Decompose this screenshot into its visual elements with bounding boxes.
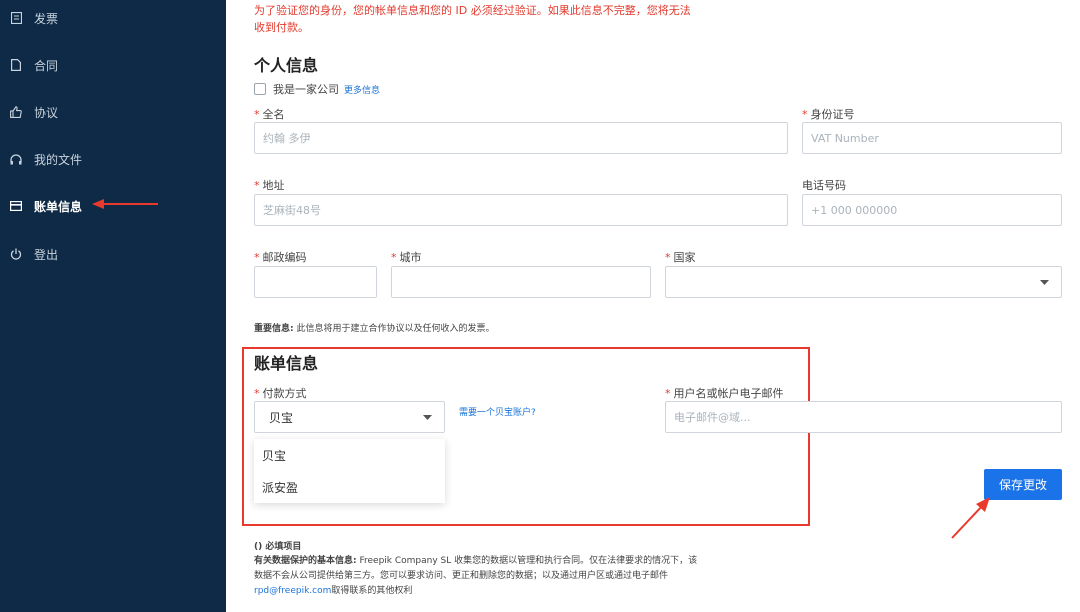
zip-input[interactable] [254, 266, 377, 298]
label-text: 地址 [262, 179, 285, 192]
placeholder: 芝麻街48号 [263, 204, 321, 217]
sidebar-item-label: 发票 [34, 11, 59, 26]
label-text: 国家 [673, 251, 696, 264]
save-changes-button[interactable]: 保存更改 [984, 469, 1062, 500]
privacy-note: 有关数据保护的基本信息: Freepik Company SL 收集您的数据以管… [254, 554, 754, 599]
phone-input[interactable]: +1 000 000000 [802, 194, 1062, 226]
sidebar: 发票 合同 协议 我的文件 账单信息 登出 [0, 0, 226, 612]
placeholder: 约翰 多伊 [263, 132, 311, 145]
placeholder: VAT Number [811, 131, 879, 145]
dropdown-option-paypal[interactable]: 贝宝 [254, 439, 445, 471]
dropdown-option-payoneer[interactable]: 派安盈 [254, 471, 445, 503]
label-text: 付款方式 [262, 387, 307, 400]
document-icon [10, 59, 22, 71]
sidebar-item-contracts[interactable]: 合同 [0, 50, 226, 80]
billing-info-title: 账单信息 [254, 354, 319, 373]
company-checkbox-label: 我是一家公司 [273, 83, 339, 96]
sidebar-item-label: 登出 [34, 247, 59, 262]
selected-value: 贝宝 [269, 410, 294, 425]
label-text: 城市 [399, 251, 422, 264]
country-select[interactable] [665, 266, 1062, 298]
payment-dropdown-menu: 贝宝 派安盈 [254, 439, 445, 503]
label-text: 用户名或帐户电子邮件 [673, 387, 784, 400]
sidebar-item-label: 协议 [34, 105, 59, 120]
label-text: 全名 [262, 108, 285, 121]
privacy-text: Freepik Company SL 收集您的数据以管理和执行合同。仅在法律要求… [359, 556, 698, 566]
payment-method-label: * 付款方式 [254, 387, 307, 400]
sidebar-item-label: 账单信息 [34, 199, 83, 214]
important-label: 重要信息: [254, 324, 294, 334]
address-input[interactable]: 芝麻街48号 [254, 194, 788, 226]
placeholder: +1 000 000000 [811, 203, 898, 217]
power-icon [10, 248, 22, 260]
privacy-title: 有关数据保护的基本信息: [254, 556, 357, 566]
id-number-label: * 身份证号 [802, 108, 855, 121]
thumbs-up-icon [10, 106, 22, 118]
sidebar-item-logout[interactable]: 登出 [0, 239, 226, 269]
full-name-label: * 全名 [254, 108, 285, 121]
more-info-link[interactable]: 更多信息 [344, 83, 380, 96]
annotation-arrow-up [951, 497, 990, 539]
privacy-line: 数据不会从公司提供给第三方。您可以要求访问、更正和删除您的数据；以及通过用户区或… [254, 571, 669, 581]
payment-method-select[interactable]: 贝宝 [254, 401, 445, 433]
phone-label: 电话号码 [802, 179, 846, 192]
verification-notice: 为了验证您的身份，您的帐单信息和您的 ID 必须经过验证。如果此信息不完整，您将… [254, 2, 691, 36]
address-label: * 地址 [254, 179, 285, 192]
label-text: 邮政编码 [262, 251, 307, 264]
sidebar-item-invoices[interactable]: 发票 [0, 3, 226, 33]
sidebar-item-label: 合同 [34, 58, 59, 73]
notice-line: 收到付款。 [254, 21, 309, 34]
email-link[interactable]: rpd@freepik.com [254, 586, 331, 596]
required-note: () 必填项目 [254, 542, 302, 552]
email-input[interactable]: 电子邮件@域... [665, 401, 1062, 433]
company-checkbox[interactable] [254, 83, 266, 95]
sidebar-item-my-files[interactable]: 我的文件 [0, 144, 226, 174]
personal-info-title: 个人信息 [254, 56, 319, 75]
city-input[interactable] [391, 266, 651, 298]
notice-line: 为了验证您的身份，您的帐单信息和您的 ID 必须经过验证。如果此信息不完整，您将… [254, 4, 691, 17]
full-name-input[interactable]: 约翰 多伊 [254, 122, 788, 154]
card-icon [10, 200, 22, 212]
country-label: * 国家 [665, 251, 696, 264]
important-text: 此信息将用于建立合作协议以及任何收入的发票。 [296, 324, 495, 334]
privacy-text: 取得联系的其他权利 [331, 586, 413, 596]
chevron-down-icon [423, 414, 432, 420]
company-row: 我是一家公司 更多信息 [254, 81, 380, 97]
label-text: 身份证号 [810, 108, 855, 121]
sidebar-item-label: 我的文件 [34, 152, 83, 167]
headset-icon [10, 153, 22, 165]
email-label: * 用户名或帐户电子邮件 [665, 387, 784, 400]
city-label: * 城市 [391, 251, 422, 264]
annotation-arrow-left [92, 199, 158, 209]
need-paypal-link[interactable]: 需要一个贝宝账户? [459, 405, 536, 418]
important-note: 重要信息: 此信息将用于建立合作协议以及任何收入的发票。 [254, 321, 495, 334]
chevron-down-icon [1040, 279, 1049, 285]
placeholder: 电子邮件@域... [674, 411, 751, 424]
sidebar-item-agreements[interactable]: 协议 [0, 97, 226, 127]
invoice-icon [10, 12, 22, 24]
privacy-line: rpd@freepik.com取得联系的其他权利 [254, 584, 754, 599]
id-number-input[interactable]: VAT Number [802, 122, 1062, 154]
zip-label: * 邮政编码 [254, 251, 307, 264]
privacy-line: 有关数据保护的基本信息: Freepik Company SL 收集您的数据以管… [254, 554, 754, 569]
